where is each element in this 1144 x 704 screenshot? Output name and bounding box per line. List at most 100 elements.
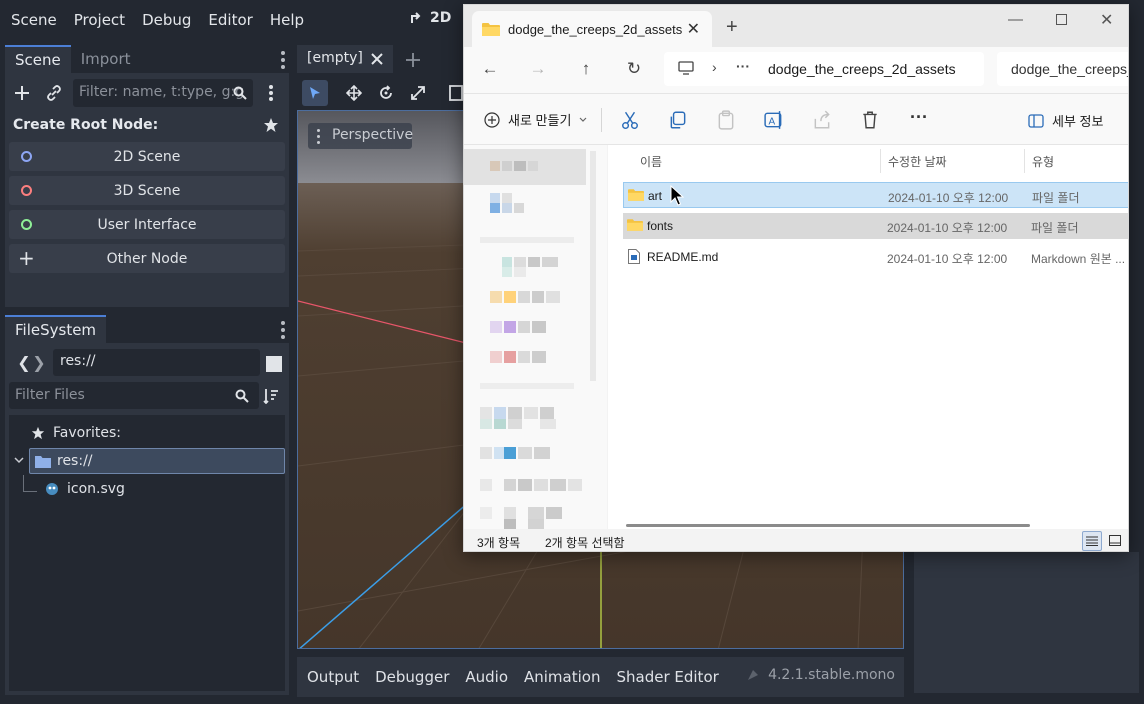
tab-empty-scene[interactable]: [empty] [297,45,393,73]
mode-2d-label: 2D [430,10,452,26]
tab-filesystem[interactable]: FileSystem [5,315,107,343]
node3d-icon [21,185,32,196]
tab-output[interactable]: Output [301,668,365,686]
version-text: 4.2.1.stable.mono [768,667,895,683]
close-tab-icon[interactable]: ✕ [687,19,700,39]
item-count: 3개 항목 [477,536,521,550]
file-row-fonts[interactable]: fonts 2024-01-10 오후 12:00 파일 폴더 [623,213,1128,239]
tree-item-res-label: res:// [57,453,93,469]
column-header-name[interactable]: 이름 [640,153,662,170]
tab-import[interactable]: Import [71,45,141,73]
create-root-label: Create Root Node: [13,117,159,133]
folder-icon [627,219,643,231]
chevron-down-icon [579,117,587,122]
scene-filter-input[interactable]: Filter: name, t:type, g:g [73,79,253,107]
perspective-menu-button[interactable]: Perspective [308,123,414,149]
add-node-button[interactable] [11,82,33,104]
favorite-star-icon[interactable] [260,114,282,136]
select-tool-button[interactable] [302,80,328,106]
refresh-icon[interactable]: ↻ [624,59,644,79]
tab-audio[interactable]: Audio [459,668,514,686]
favorites-row[interactable]: Favorites: [31,420,121,446]
tab-debugger[interactable]: Debugger [369,668,455,686]
column-header-type[interactable]: 유형 [1032,153,1054,170]
scale-tool-button[interactable] [407,82,429,104]
explorer-tab[interactable]: dodge_the_creeps_2d_assets ✕ [472,11,712,47]
tab-shader-editor[interactable]: Shader Editor [610,668,724,686]
sort-icon [263,389,278,404]
node2d-icon [21,151,32,162]
user-interface-button[interactable]: User Interface [9,210,285,239]
tab-scene[interactable]: Scene [5,45,71,73]
2d-scene-button[interactable]: 2D Scene [9,142,285,171]
breadcrumb-more-icon[interactable]: ··· [736,58,750,74]
new-button[interactable]: 새로 만들기 [484,110,587,129]
chevron-down-icon[interactable] [14,456,24,464]
share-icon[interactable] [812,110,832,130]
menu-help[interactable]: Help [264,11,310,29]
file-name: art [648,189,663,203]
back-arrow-icon[interactable]: ← [480,59,500,79]
split-view-button[interactable] [263,353,285,375]
menu-project[interactable]: Project [68,11,131,29]
more-options-icon[interactable]: ··· [910,107,928,128]
minimize-icon[interactable]: — [1008,11,1023,28]
menu-debug[interactable]: Debug [136,11,197,29]
tree-item-icon-svg[interactable]: icon.svg [45,476,125,502]
maximize-icon[interactable] [1056,14,1067,25]
perspective-label: Perspective [332,127,414,143]
details-view-button[interactable] [1082,531,1102,551]
file-modified: 2024-01-10 오후 12:00 [888,191,1009,205]
scene-options-button[interactable] [260,82,282,104]
filesystem-tabs: FileSystem [5,315,289,343]
up-arrow-icon[interactable]: ↑ [576,59,596,79]
rotate-tool-button[interactable] [375,82,397,104]
other-node-button[interactable]: + Other Node [9,244,285,273]
forward-icon[interactable]: ❯ [28,351,50,373]
instance-scene-button[interactable] [43,82,65,104]
explorer-titlebar: dodge_the_creeps_2d_assets ✕ + — ✕ [464,5,1128,47]
file-row-art[interactable]: art 2024-01-10 오후 12:00 파일 폴더 [623,182,1128,208]
search-box[interactable]: dodge_the_creeps_ [997,52,1128,86]
3d-scene-button[interactable]: 3D Scene [9,176,285,205]
filesystem-path-input[interactable]: res:// [53,349,260,376]
rename-icon[interactable]: A [764,110,784,130]
delete-icon[interactable] [860,110,880,130]
mode-2d-button[interactable]: 2D [410,10,451,26]
filter-files-input[interactable]: Filter Files [9,382,259,409]
column-separator[interactable] [880,149,881,173]
new-tab-icon[interactable]: + [726,16,738,39]
paste-icon[interactable] [716,110,736,130]
version-label: 4.2.1.stable.mono [746,667,895,683]
add-scene-tab-icon[interactable] [405,52,421,68]
close-icon[interactable] [371,53,383,65]
tiles-view-icon [1109,535,1121,546]
favorites-label: Favorites: [53,425,121,441]
file-row-readme[interactable]: README.md 2024-01-10 오후 12:00 Markdown 원… [623,244,1128,270]
forward-arrow-icon[interactable]: → [528,59,548,79]
address-bar[interactable]: › ··· dodge_the_creeps_2d_assets [664,52,984,86]
column-separator[interactable] [1024,149,1025,173]
horizontal-scrollbar[interactable] [626,524,1030,527]
inspector-dock [914,552,1139,693]
menu-scene[interactable]: Scene [5,11,63,29]
cursor-icon [310,87,320,99]
close-window-icon[interactable]: ✕ [1100,10,1113,30]
sort-button[interactable] [260,385,282,407]
tab-animation[interactable]: Animation [518,668,606,686]
column-header-modified[interactable]: 수정한 날짜 [888,153,947,170]
tree-item-res[interactable]: res:// [29,448,285,474]
filesystem-menu-icon[interactable] [281,321,285,339]
details-pane-button[interactable]: 세부 정보 [1028,111,1103,130]
kebab-icon [269,85,273,101]
navigation-pane[interactable] [464,145,607,529]
copy-icon[interactable] [668,110,688,130]
scene-dock-menu-icon[interactable] [281,51,285,69]
plus-icon: + [18,246,35,270]
explorer-status-bar: 3개 항목 2개 항목 선택함 [464,529,1128,551]
menu-editor[interactable]: Editor [202,11,258,29]
move-tool-button[interactable] [343,82,365,104]
cut-icon[interactable] [620,110,640,130]
tiles-view-button[interactable] [1106,531,1126,551]
file-type: 파일 폴더 [1032,191,1080,205]
